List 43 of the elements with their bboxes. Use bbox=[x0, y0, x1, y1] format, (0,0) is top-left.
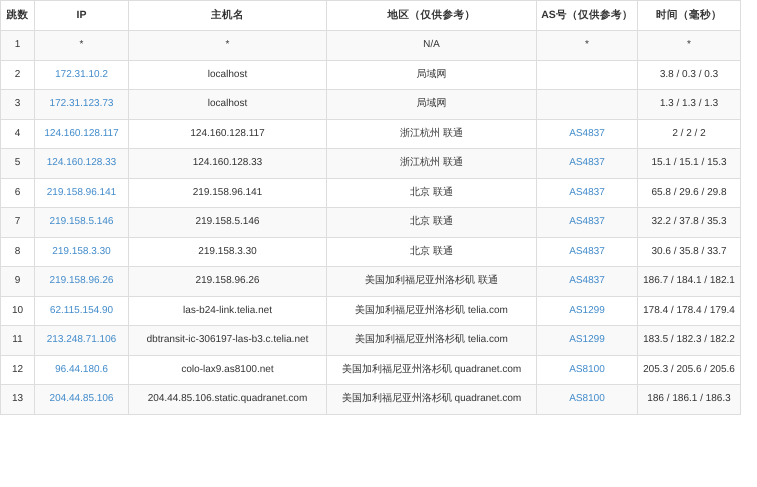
table-cell: 32.2 / 37.8 / 35.3 bbox=[638, 208, 740, 238]
table-cell: N/A bbox=[326, 30, 536, 60]
as-link[interactable]: AS4837 bbox=[569, 186, 605, 198]
table-cell: 1 bbox=[0, 30, 34, 60]
column-header: 主机名 bbox=[128, 0, 326, 31]
table-cell: 219.158.96.26 bbox=[128, 266, 326, 296]
table-cell: 186 / 186.1 / 186.3 bbox=[638, 384, 740, 414]
as-link[interactable]: AS1299 bbox=[569, 334, 605, 346]
table-cell: 9 bbox=[0, 266, 34, 296]
table-cell: * bbox=[128, 30, 326, 60]
as-link[interactable]: AS4837 bbox=[569, 128, 605, 139]
table-cell: 1.3 / 1.3 / 1.3 bbox=[638, 90, 740, 120]
table-cell: 美国加利福尼亚州洛杉矶 quadranet.com bbox=[326, 384, 536, 414]
table-cell: * bbox=[638, 30, 740, 60]
table-cell: 美国加利福尼亚州洛杉矶 联通 bbox=[326, 266, 536, 296]
table-cell: 183.5 / 182.3 / 182.2 bbox=[638, 326, 740, 356]
table-cell: dbtransit-ic-306197-las-b3.c.telia.net bbox=[128, 326, 326, 356]
as-link[interactable]: AS4837 bbox=[569, 275, 605, 286]
as-link[interactable]: AS4837 bbox=[569, 216, 605, 228]
table-cell: 局域网 bbox=[326, 90, 536, 120]
as-link[interactable]: AS8100 bbox=[569, 393, 605, 404]
as-link[interactable]: AS1299 bbox=[569, 304, 605, 316]
as-link[interactable]: AS4837 bbox=[569, 246, 605, 257]
table-cell: 浙江杭州 联通 bbox=[326, 148, 536, 178]
table-cell: 13 bbox=[0, 384, 34, 414]
table-cell: 11 bbox=[0, 326, 34, 356]
table-cell: 124.160.128.33 bbox=[128, 148, 326, 178]
table-cell: 15.1 / 15.1 / 15.3 bbox=[638, 148, 740, 178]
table-cell: 186.7 / 184.1 / 182.1 bbox=[638, 266, 740, 296]
as-link[interactable]: AS8100 bbox=[569, 364, 605, 375]
column-header: 地区（仅供参考） bbox=[326, 0, 536, 31]
table-cell: 219.158.5.146 bbox=[128, 208, 326, 238]
table-cell: localhost bbox=[128, 90, 326, 120]
table-cell: 北京 联通 bbox=[326, 208, 536, 238]
table-cell: 7 bbox=[0, 208, 34, 238]
table-cell: 美国加利福尼亚州洛杉矶 telia.com bbox=[326, 326, 536, 356]
as-link[interactable]: AS4837 bbox=[569, 157, 605, 168]
table-cell: 5 bbox=[0, 148, 34, 178]
table-cell: * bbox=[34, 30, 128, 60]
table-cell: 3 bbox=[0, 90, 34, 120]
table-cell: * bbox=[536, 30, 638, 60]
table-cell: 204.44.85.106.static.quadranet.com bbox=[128, 384, 326, 414]
column-header: 跳数 bbox=[0, 0, 34, 31]
